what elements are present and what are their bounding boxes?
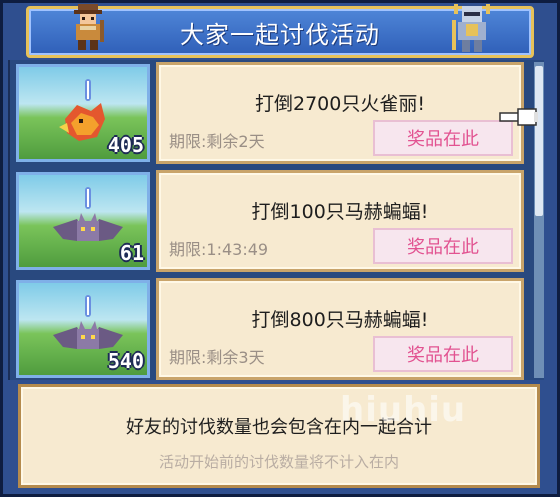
kill-count: 540: [107, 349, 144, 373]
scrollbar-thumb[interactable]: [535, 66, 543, 216]
mission-row: 540 打倒800只马赫蝙蝠! 期限:剩余3天 奖品在此: [16, 278, 526, 380]
mission-row: 405 打倒2700只火雀丽! 期限:剩余2天 奖品在此: [16, 62, 526, 164]
footer-subnote: 活动开始前的讨伐数量将不计入在内: [158, 453, 399, 471]
monster-thumbnail: 540: [16, 280, 150, 378]
mission-deadline: 期限:剩余3天: [169, 348, 265, 367]
mission-deadline: 期限:1:43:49: [169, 240, 269, 259]
pointing-hand-icon: [499, 108, 538, 126]
mission-goal: 打倒100只马赫蝙蝠!: [251, 201, 429, 223]
prize-button[interactable]: 奖品在此: [373, 336, 513, 372]
monster-thumbnail: 61: [16, 172, 150, 270]
watermark: hiuhiu: [340, 390, 467, 430]
kill-count: 61: [119, 241, 144, 265]
mission-goal: 打倒800只马赫蝙蝠!: [251, 309, 429, 331]
knight-sprite-icon: [452, 4, 490, 52]
mission-card: 打倒800只马赫蝙蝠! 期限:剩余3天 奖品在此: [156, 278, 524, 380]
mission-goal: 打倒2700只火雀丽!: [255, 93, 425, 115]
hunter-sprite-icon: [74, 4, 104, 50]
prize-button[interactable]: 奖品在此: [373, 228, 513, 264]
prize-button[interactable]: 奖品在此: [373, 120, 513, 156]
mission-card: 打倒2700只火雀丽! 期限:剩余2天 奖品在此: [156, 62, 524, 164]
mission-row: 61 打倒100只马赫蝙蝠! 期限:1:43:49 奖品在此: [16, 170, 526, 272]
event-title: 大家一起讨伐活动: [180, 20, 380, 49]
kill-count: 405: [107, 133, 144, 157]
mission-deadline: 期限:剩余2天: [169, 132, 265, 151]
mission-card: 打倒100只马赫蝙蝠! 期限:1:43:49 奖品在此: [156, 170, 524, 272]
monster-thumbnail: 405: [16, 64, 150, 162]
